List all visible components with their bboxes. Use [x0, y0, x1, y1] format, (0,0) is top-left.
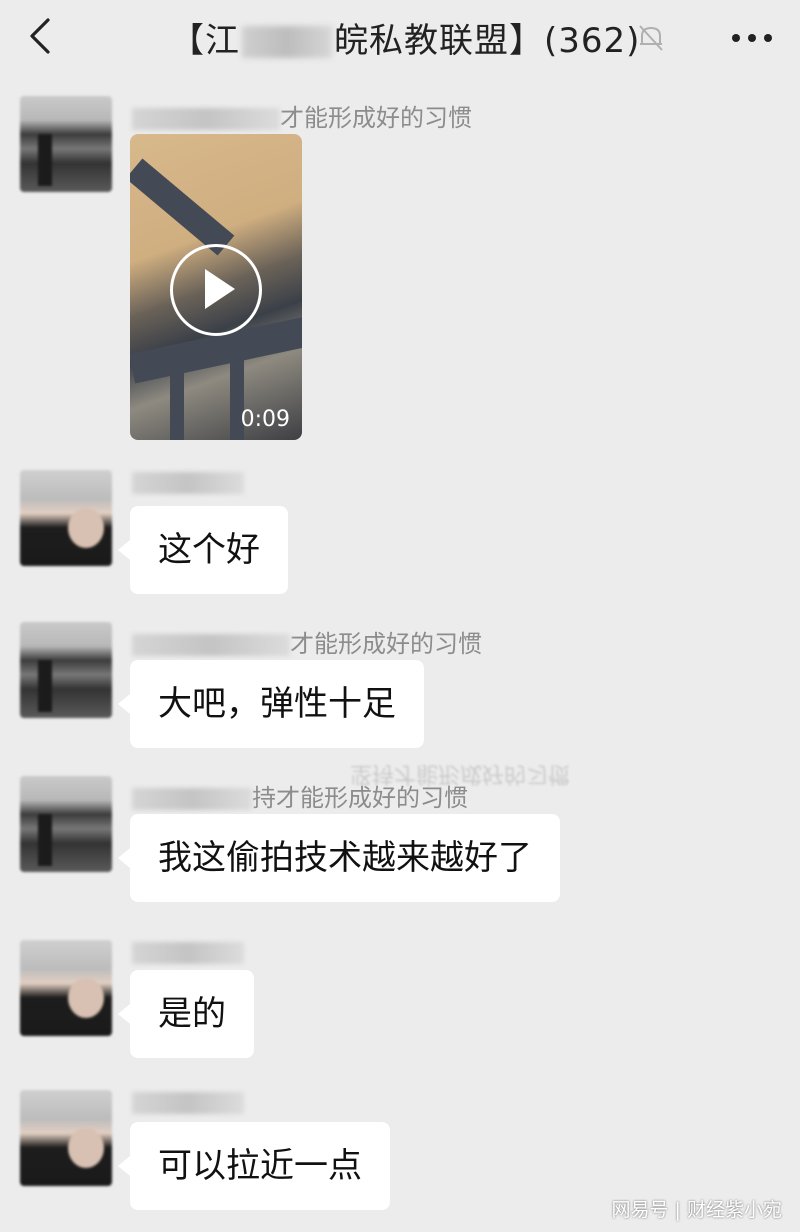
avatar[interactable] [20, 1090, 112, 1186]
more-button[interactable] [728, 18, 776, 58]
video-message[interactable]: 0:09 [130, 134, 302, 440]
message-bubble[interactable]: 是的 [118, 970, 254, 1058]
back-button[interactable] [22, 14, 62, 58]
title-suffix: 皖私教联盟】(362) [334, 20, 641, 61]
name-redaction [132, 942, 244, 964]
avatar[interactable] [20, 776, 112, 872]
avatar[interactable] [20, 622, 112, 718]
more-dots-icon [732, 34, 740, 42]
title-prefix: 【江 [170, 20, 240, 61]
name-redaction [132, 472, 244, 494]
sender-name: 才能形成好的习惯 [132, 624, 482, 659]
watermark: 网易号 | 财经紫小宛 [611, 1199, 782, 1221]
sender-name: 才能形成好的习惯 [132, 98, 472, 133]
video-duration: 0:09 [240, 407, 290, 432]
chat-header: 【江 皖私教联盟】(362) [0, 0, 800, 78]
sender-name-tail: 才能形成好的习惯 [290, 630, 482, 658]
title-redaction [242, 26, 332, 58]
bell-off-icon [634, 20, 668, 54]
avatar[interactable] [20, 940, 112, 1036]
name-redaction [132, 634, 290, 656]
sender-name [132, 468, 244, 496]
message-bubble[interactable]: 我这偷拍技术越来越好了 [118, 814, 560, 902]
chevron-left-icon [30, 18, 50, 54]
more-dot [764, 34, 772, 42]
message-bubble[interactable]: 可以拉近一点 [118, 1122, 390, 1210]
avatar[interactable] [20, 470, 112, 566]
more-dot [748, 34, 756, 42]
sender-name: 持才能形成好的习惯 [132, 778, 468, 813]
video-frame-detail [170, 364, 184, 440]
sender-name [132, 938, 244, 966]
chat-title: 【江 皖私教联盟】(362) [170, 12, 640, 62]
name-redaction [132, 108, 280, 130]
play-icon[interactable] [170, 244, 262, 336]
sender-name-tail: 持才能形成好的习惯 [252, 784, 468, 812]
avatar[interactable] [20, 96, 112, 192]
sender-name [132, 1088, 244, 1116]
chat-title-text: 【江 皖私教联盟】(362) [170, 13, 640, 62]
name-redaction [132, 788, 252, 810]
video-frame-detail [130, 158, 235, 256]
message-bubble[interactable]: 大吧，弹性十足 [118, 660, 424, 748]
message-bubble[interactable]: 这个好 [118, 506, 288, 594]
name-redaction [132, 1092, 244, 1114]
sender-name-tail: 才能形成好的习惯 [280, 104, 472, 132]
